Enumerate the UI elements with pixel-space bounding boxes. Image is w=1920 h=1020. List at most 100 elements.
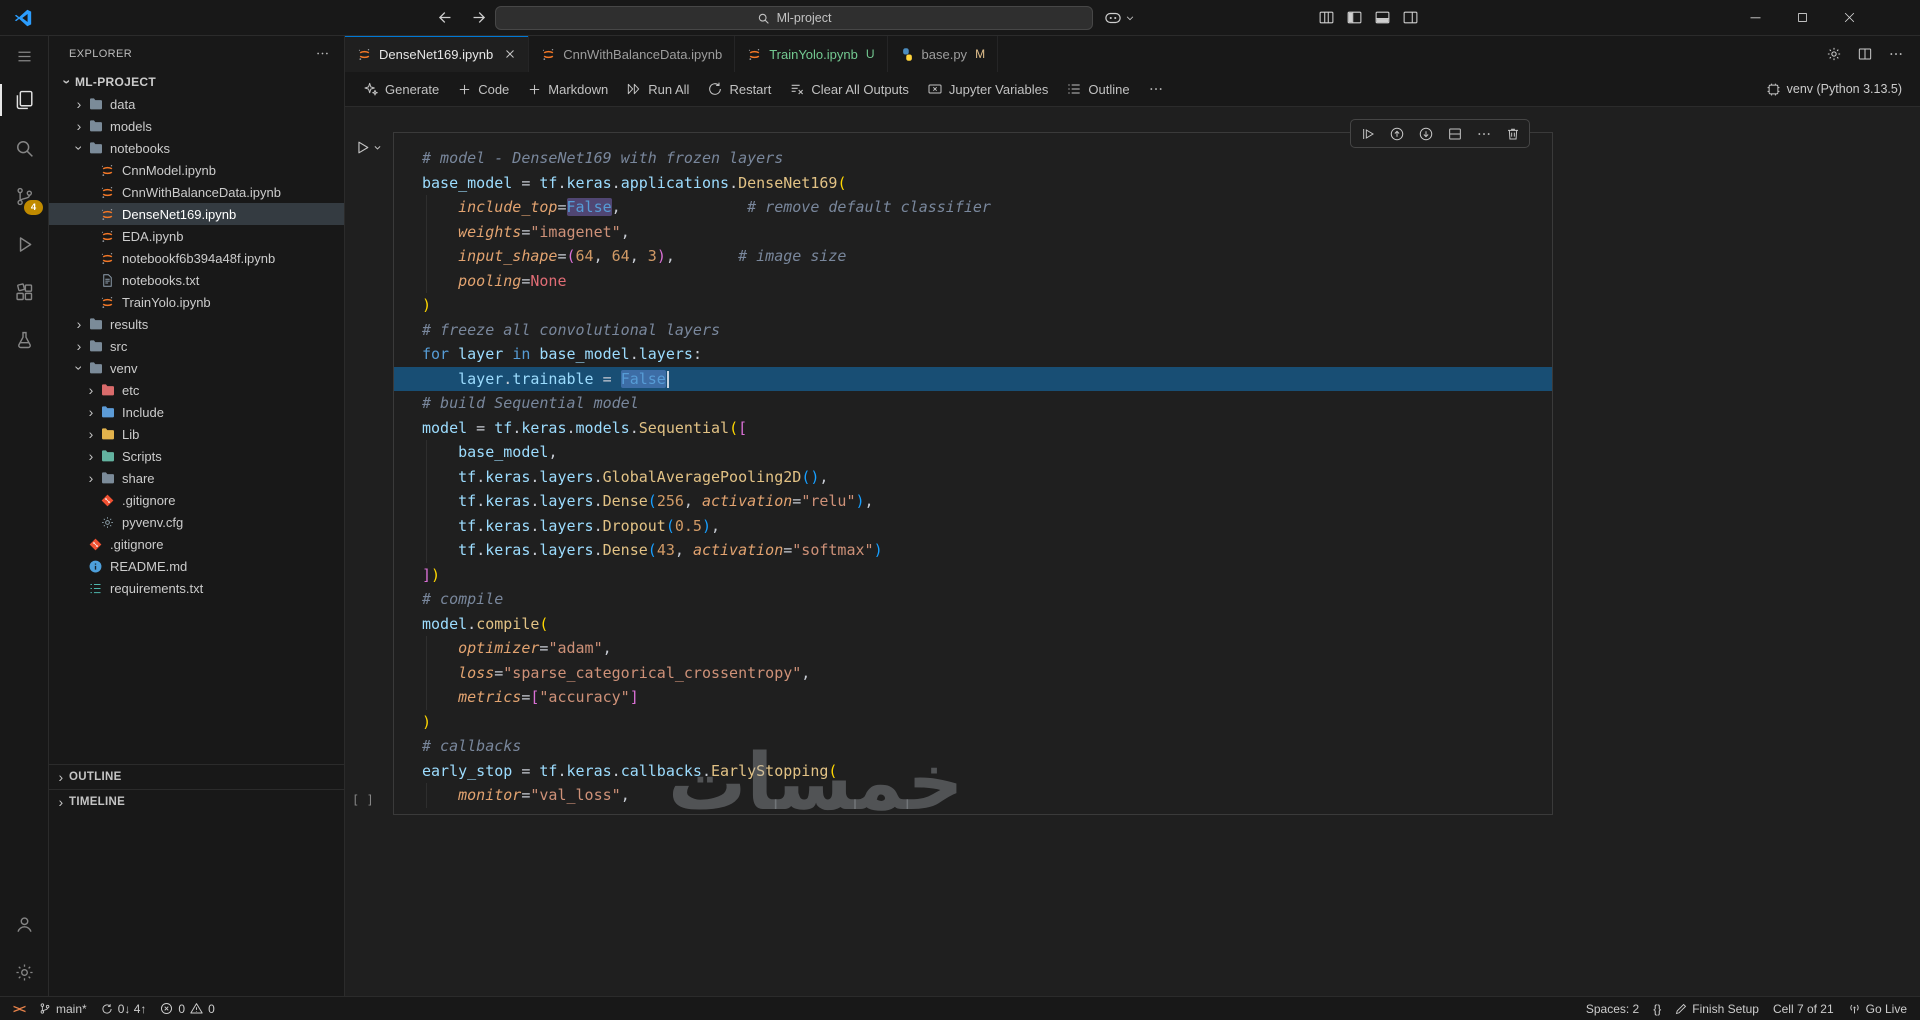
toggle-panel-icon[interactable] <box>1374 9 1391 26</box>
activitybar-explorer[interactable] <box>0 76 48 124</box>
code-line-17[interactable]: tf.keras.layers.Dense(43, activation="so… <box>394 538 1552 563</box>
toolbar-jupyter-variables-button[interactable]: Jupyter Variables <box>919 78 1056 100</box>
tree-item-cnnwithbalancedata-ipynb[interactable]: CnnWithBalanceData.ipynb <box>49 181 344 203</box>
toolbar-run-all-button[interactable]: Run All <box>618 78 697 100</box>
status-go-live[interactable]: Go Live <box>1841 997 1914 1020</box>
tree-item-ml-project[interactable]: › ML-PROJECT <box>49 71 344 93</box>
code-line-13[interactable]: base_model, <box>394 440 1552 465</box>
code-line-6[interactable]: pooling=None <box>394 268 1552 294</box>
activitybar-extensions[interactable] <box>0 268 48 316</box>
code-line-7[interactable]: ) <box>394 293 1552 318</box>
run-cell-button[interactable] <box>354 139 382 156</box>
tree-item-share[interactable]: › share <box>49 467 344 489</box>
toggle-secondary-sidebar-icon[interactable] <box>1402 9 1419 26</box>
code-line-3[interactable]: include_top=False, # remove default clas… <box>394 195 1552 220</box>
activitybar-testing[interactable] <box>0 316 48 364</box>
code-line-1[interactable]: # model - DenseNet169 with frozen layers <box>394 146 1552 171</box>
tree-item-notebookf6b394a48f-ipynb[interactable]: notebookf6b394a48f.ipynb <box>49 247 344 269</box>
tab-densenet169-ipynb[interactable]: DenseNet169.ipynb <box>345 36 530 72</box>
tree-item-pyvenv-cfg[interactable]: pyvenv.cfg <box>49 511 344 533</box>
activitybar-settings[interactable] <box>0 948 48 996</box>
tree-item-readme-md[interactable]: README.md <box>49 555 344 577</box>
status-indentation[interactable]: Spaces: 2 <box>1579 997 1646 1020</box>
status-finish-setup[interactable]: Finish Setup <box>1668 997 1766 1020</box>
code-line-20[interactable]: model.compile( <box>394 612 1552 637</box>
code-line-14[interactable]: tf.keras.layers.GlobalAveragePooling2D()… <box>394 464 1552 490</box>
activitybar-run-debug[interactable] <box>0 220 48 268</box>
code-line-4[interactable]: weights="imagenet", <box>394 219 1552 245</box>
maximize-icon[interactable] <box>1796 11 1809 24</box>
activitybar-source-control[interactable]: 4 <box>0 172 48 220</box>
cell-execute-above-button[interactable] <box>1384 122 1409 145</box>
tree-item-scripts[interactable]: › Scripts <box>49 445 344 467</box>
split-editor-icon[interactable] <box>1857 46 1873 62</box>
tree-item-lib[interactable]: › Lib <box>49 423 344 445</box>
activitybar-account[interactable] <box>0 900 48 948</box>
tree-item-requirements-txt[interactable]: requirements.txt <box>49 577 344 599</box>
status-git-sync[interactable]: 0↓ 4↑ <box>94 997 154 1020</box>
tree-item-trainyolo-ipynb[interactable]: TrainYolo.ipynb <box>49 291 344 313</box>
status-problems[interactable]: 00 <box>153 997 221 1020</box>
tree-item-gitignore[interactable]: .gitignore <box>49 489 344 511</box>
forward-icon[interactable] <box>470 9 487 26</box>
tree-item-gitignore[interactable]: .gitignore <box>49 533 344 555</box>
activitybar-menu[interactable] <box>0 36 48 76</box>
gear-icon[interactable] <box>1826 46 1842 62</box>
cell-trash-button[interactable] <box>1500 122 1525 145</box>
tree-item-etc[interactable]: › etc <box>49 379 344 401</box>
code-line-18[interactable]: ]) <box>394 563 1552 588</box>
tree-item-models[interactable]: › models <box>49 115 344 137</box>
activitybar-search[interactable] <box>0 124 48 172</box>
sidebar-section-timeline[interactable]: › TIMELINE <box>49 789 344 814</box>
tab-base-py[interactable]: base.py M <box>888 36 999 72</box>
tree-item-src[interactable]: › src <box>49 335 344 357</box>
tree-item-densenet169-ipynb[interactable]: DenseNet169.ipynb <box>49 203 344 225</box>
code-line-25[interactable]: # callbacks <box>394 734 1552 759</box>
code-line-19[interactable]: # compile <box>394 587 1552 612</box>
sidebar-section-outline[interactable]: › OUTLINE <box>49 764 344 789</box>
tree-item-notebooks[interactable]: › notebooks <box>49 137 344 159</box>
explorer-more-actions-icon[interactable] <box>315 46 330 61</box>
customize-layout-icon[interactable] <box>1318 9 1335 26</box>
code-line-5[interactable]: input_shape=(64, 64, 3), # image size <box>394 244 1552 269</box>
close-tab-icon[interactable] <box>504 48 516 60</box>
cell-split-cell-button[interactable] <box>1442 122 1467 145</box>
tree-item-data[interactable]: › data <box>49 93 344 115</box>
tree-item-include[interactable]: › Include <box>49 401 344 423</box>
code-line-24[interactable]: ) <box>394 710 1552 735</box>
code-line-22[interactable]: loss="sparse_categorical_crossentropy", <box>394 660 1552 686</box>
close-icon[interactable] <box>1842 10 1857 25</box>
copilot-menu[interactable] <box>1104 0 1135 35</box>
code-line-21[interactable]: optimizer="adam", <box>394 636 1552 661</box>
toolbar-more-actions-button[interactable] <box>1140 78 1172 100</box>
status-cell-indicator[interactable]: Cell 7 of 21 <box>1766 997 1841 1020</box>
tree-item-notebooks-txt[interactable]: notebooks.txt <box>49 269 344 291</box>
kernel-picker[interactable]: venv (Python 3.13.5) <box>1766 82 1910 97</box>
tree-item-cnnmodel-ipynb[interactable]: CnnModel.ipynb <box>49 159 344 181</box>
status-language-mode[interactable]: {} <box>1646 997 1668 1020</box>
code-line-10[interactable]: layer.trainable = False <box>394 366 1552 391</box>
cell-execute-below-button[interactable] <box>1413 122 1438 145</box>
tab-trainyolo-ipynb[interactable]: TrainYolo.ipynb U <box>735 36 888 72</box>
toolbar-add-code-button[interactable]: Code <box>449 79 517 100</box>
cell-more-button[interactable] <box>1471 122 1496 145</box>
command-center-search[interactable]: Ml-project <box>495 6 1093 30</box>
code-line-16[interactable]: tf.keras.layers.Dropout(0.5), <box>394 513 1552 539</box>
tree-item-eda-ipynb[interactable]: EDA.ipynb <box>49 225 344 247</box>
status-remote-indicator[interactable]: >< <box>6 997 32 1020</box>
code-line-23[interactable]: metrics=["accuracy"] <box>394 685 1552 710</box>
status-git-branch[interactable]: main* <box>32 997 94 1020</box>
tree-item-results[interactable]: › results <box>49 313 344 335</box>
code-line-2[interactable]: base_model = tf.keras.applications.Dense… <box>394 171 1552 196</box>
tab-cnnwithbalancedata-ipynb[interactable]: CnnWithBalanceData.ipynb <box>529 36 736 72</box>
cell-run-by-line-button[interactable] <box>1355 122 1380 145</box>
toggle-sidebar-icon[interactable] <box>1346 9 1363 26</box>
minimize-icon[interactable] <box>1748 10 1763 25</box>
back-icon[interactable] <box>437 9 454 26</box>
tree-item-venv[interactable]: › venv <box>49 357 344 379</box>
toolbar-outline-button[interactable]: Outline <box>1058 78 1137 100</box>
code-line-9[interactable]: for layer in base_model.layers: <box>394 342 1552 367</box>
more-icon[interactable] <box>1888 46 1904 62</box>
toolbar-add-markdown-button[interactable]: Markdown <box>519 79 616 100</box>
toolbar-generate-button[interactable]: Generate <box>355 78 447 100</box>
